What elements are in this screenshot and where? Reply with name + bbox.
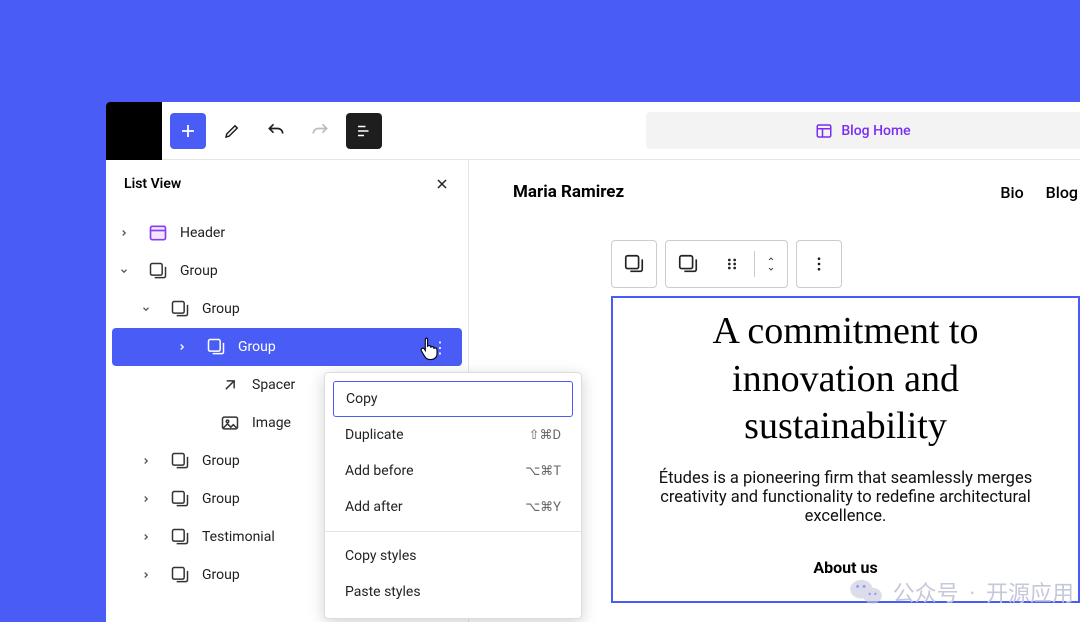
options-vertical-icon xyxy=(810,255,828,273)
redo-icon xyxy=(310,121,330,141)
group-icon xyxy=(166,451,194,471)
hero-block[interactable]: A commitment to innovation and sustainab… xyxy=(611,296,1080,603)
chevron-right-icon[interactable] xyxy=(134,494,158,504)
block-toolbar xyxy=(611,240,1080,288)
tree-row-group[interactable]: Group xyxy=(106,252,468,290)
menu-item-add-before[interactable]: Add before ⌥⌘T xyxy=(333,453,573,489)
watermark: 公众号 · 开源应用 xyxy=(849,576,1074,608)
template-icon xyxy=(815,122,833,140)
menu-item-label: Copy styles xyxy=(345,548,416,564)
menu-item-shortcut: ⌥⌘T xyxy=(525,464,561,479)
block-options-button[interactable] xyxy=(797,240,841,288)
top-toolbar: Blog Home xyxy=(106,102,1080,160)
undo-icon xyxy=(266,121,286,141)
group-icon xyxy=(144,261,172,281)
menu-item-copy-styles[interactable]: Copy styles xyxy=(333,538,573,574)
hero-cta[interactable]: About us xyxy=(643,558,1048,577)
tree-row-group[interactable]: Group xyxy=(106,290,468,328)
row-options-button[interactable]: ⋮ xyxy=(428,338,452,357)
block-drag-handle[interactable] xyxy=(710,240,754,288)
tree-row-label: Group xyxy=(180,263,458,279)
menu-item-copy[interactable]: Copy xyxy=(333,381,573,417)
plus-icon xyxy=(179,122,197,140)
block-context-menu: Copy Duplicate ⇧⌘D Add before ⌥⌘T Add after ⌥⌘… xyxy=(324,372,582,619)
group-icon xyxy=(166,527,194,547)
pencil-icon xyxy=(223,122,241,140)
group-icon xyxy=(623,253,645,275)
header-icon xyxy=(144,223,172,243)
close-icon xyxy=(434,176,450,192)
watermark-text-a: 公众号 xyxy=(893,576,959,608)
chevron-right-icon[interactable] xyxy=(134,456,158,466)
chevron-right-icon[interactable] xyxy=(112,228,136,238)
undo-button[interactable] xyxy=(258,113,294,149)
hero-body[interactable]: Études is a pioneering firm that seamles… xyxy=(643,469,1048,526)
group-icon xyxy=(166,299,194,319)
menu-separator xyxy=(325,531,581,532)
group-icon xyxy=(166,489,194,509)
template-label: Blog Home xyxy=(841,123,910,139)
tree-row-label: Group xyxy=(238,339,420,355)
menu-item-shortcut: ⇧⌘D xyxy=(529,428,561,443)
tree-row-label: Header xyxy=(180,225,458,241)
chevron-down-icon xyxy=(765,265,777,273)
list-view-title: List View xyxy=(124,176,181,192)
menu-item-label: Add before xyxy=(345,463,414,479)
tree-row-header[interactable]: Header xyxy=(106,214,468,252)
app-window: Blog Home List View HeaderGroupGroupGrou… xyxy=(106,102,1080,622)
redo-button[interactable] xyxy=(302,113,338,149)
spacer-icon xyxy=(216,375,244,395)
chevron-right-icon[interactable] xyxy=(134,570,158,580)
block-type-button[interactable] xyxy=(666,240,710,288)
drag-handle-icon xyxy=(724,256,740,272)
chevron-up-icon xyxy=(765,255,777,263)
chevron-down-icon[interactable] xyxy=(134,304,158,314)
close-list-view[interactable] xyxy=(434,176,450,192)
menu-item-label: Duplicate xyxy=(345,427,404,443)
chevron-down-icon[interactable] xyxy=(112,266,136,276)
block-parent-button[interactable] xyxy=(612,240,656,288)
edit-button[interactable] xyxy=(214,113,250,149)
wechat-icon xyxy=(849,578,883,606)
list-view-icon xyxy=(355,122,373,140)
menu-item-duplicate[interactable]: Duplicate ⇧⌘D xyxy=(333,417,573,453)
watermark-text-b: 开源应用 xyxy=(986,576,1074,608)
template-chip[interactable]: Blog Home xyxy=(646,112,1080,149)
group-icon xyxy=(202,337,230,357)
chevron-right-icon[interactable] xyxy=(170,342,194,352)
group-icon xyxy=(166,565,194,585)
watermark-dot: · xyxy=(969,579,976,605)
menu-item-add-after[interactable]: Add after ⌥⌘Y xyxy=(333,489,573,525)
nav-item-bio[interactable]: Bio xyxy=(1000,183,1023,202)
image-icon xyxy=(216,413,244,433)
site-logo-button[interactable] xyxy=(106,102,162,160)
chevron-right-icon[interactable] xyxy=(134,532,158,542)
block-move-controls[interactable] xyxy=(755,240,787,288)
menu-item-label: Copy xyxy=(346,391,378,407)
tree-row-label: Group xyxy=(202,301,458,317)
add-block-button[interactable] xyxy=(170,113,206,149)
tree-row-group[interactable]: Group ⋮ xyxy=(112,328,462,366)
nav-item-blog[interactable]: Blog xyxy=(1046,183,1078,202)
menu-item-shortcut: ⌥⌘Y xyxy=(525,500,561,515)
menu-item-paste-styles[interactable]: Paste styles xyxy=(333,574,573,610)
group-icon xyxy=(677,253,699,275)
list-view-toggle[interactable] xyxy=(346,113,382,149)
menu-item-label: Add after xyxy=(345,499,403,515)
hero-heading[interactable]: A commitment to innovation and sustainab… xyxy=(643,308,1048,451)
menu-item-label: Paste styles xyxy=(345,584,421,600)
site-title[interactable]: Maria Ramirez xyxy=(513,182,624,202)
